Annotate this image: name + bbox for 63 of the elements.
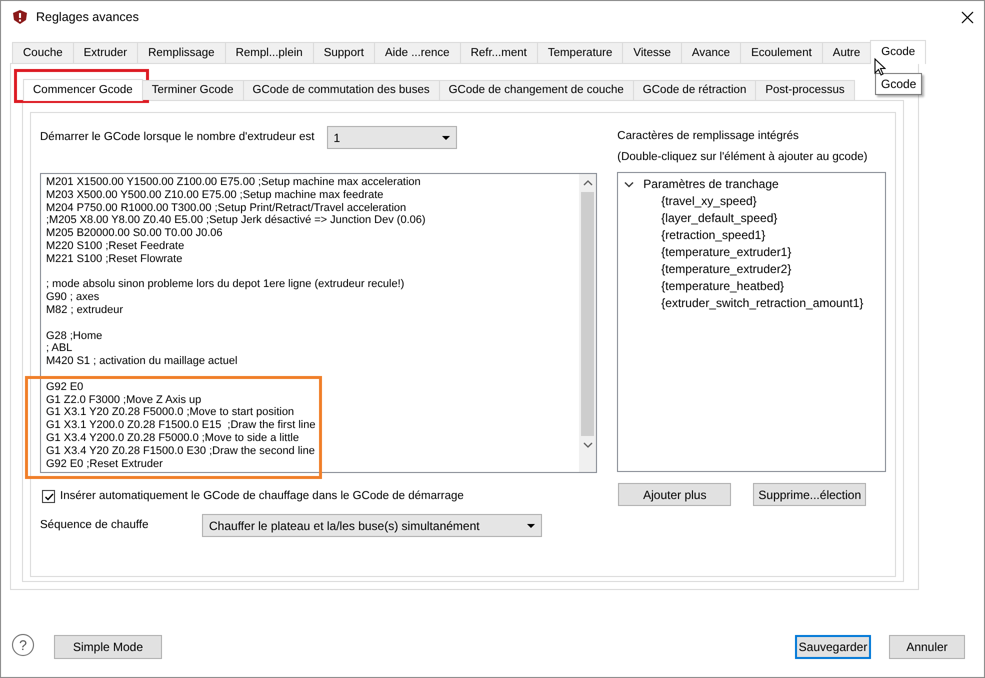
tree-item[interactable]: {temperature_heatbed} (661, 278, 784, 295)
subtab[interactable]: Commencer Gcode (23, 79, 143, 101)
checkbox-label[interactable]: Insérer automatiquement le GCode de chauffage dans le GCode de démarrage (60, 488, 464, 506)
tab[interactable]: Vitesse (622, 42, 682, 63)
tree-item[interactable]: {layer_default_speed} (661, 210, 778, 227)
tree-action-button[interactable]: Ajouter plus (618, 483, 732, 506)
tree-item[interactable]: Paramètres de tranchage (643, 176, 779, 193)
code-line: ; mode absolu sinon probleme lors du depot 1ere ligne (extrudeur recule!) (46, 278, 404, 292)
code-line: M220 S100 ;Reset Feedrate (46, 240, 184, 253)
heat-sequence-dropdown[interactable]: Chauffer le plateau et la/les buse(s) simultanément (202, 514, 542, 538)
footer-button[interactable]: Annuler (889, 635, 965, 659)
window-title: Reglages avances (36, 8, 139, 26)
help-button[interactable]: ? (12, 634, 34, 656)
tab[interactable]: Autre (822, 42, 872, 63)
tree-item[interactable]: {travel_xy_speed} (661, 193, 757, 210)
tab[interactable]: Ecoulement (740, 42, 823, 63)
subtab[interactable]: GCode de rétraction (632, 80, 756, 100)
code-line: G1 X3.4 Y200.0 Z0.28 F5000.0 ;Move to side a little (46, 432, 299, 445)
code-line: M82 ; extrudeur (46, 304, 124, 317)
tree-action-button[interactable]: Supprime...élection (753, 483, 866, 506)
tree-item[interactable]: {extruder_switch_retraction_amount1} (661, 295, 864, 312)
extruder-count-dropdown[interactable]: 1 (326, 126, 456, 149)
field-label: Séquence de chauffe (40, 518, 150, 534)
subtab[interactable]: GCode de commutation des buses (242, 80, 440, 100)
code-line: G1 Z2.0 F3000 ;Move Z Axis up (46, 394, 202, 406)
section-title: Caractères de remplissage intégrés (617, 129, 800, 143)
tab[interactable]: Aide ...rence (374, 42, 461, 63)
code-line: G1 X3.4 Y20 Z0.28 F1500.0 E30 ;Draw the second line (46, 444, 315, 458)
footer-button[interactable]: Simple Mode (54, 635, 162, 659)
field-label: Démarrer le GCode lorsque le nombre d'extrudeur est (40, 130, 314, 145)
tab[interactable]: Support (312, 42, 375, 63)
tab[interactable]: Remplissage (137, 42, 226, 63)
footer-button[interactable]: Sauvegarder (795, 635, 871, 659)
tab[interactable]: Avance (680, 42, 742, 63)
code-line: ;M205 X8.00 Y8.00 Z0.40 E5.00 ;Setup Jerk désactivé => Junction Dev (0.06) (46, 214, 426, 228)
tab[interactable]: Rempl...plein (224, 42, 314, 63)
hint-text: (Double-cliquez sur l'élément à ajouter au gcode) (617, 150, 869, 164)
code-line: G1 X3.1 Y200.0 Z0.28 F1500.0 E15 ;Draw the first line (46, 419, 316, 432)
tab[interactable]: Temperature (536, 42, 624, 63)
tooltip: Gcode (875, 73, 922, 95)
subtab[interactable]: GCode de changement de couche (438, 80, 634, 100)
code-line: M205 B20000.00 S0.00 T0.00 J0.06 (46, 227, 223, 240)
code-line: G90 ; axes (46, 291, 100, 304)
tab[interactable]: Refr...ment (460, 42, 538, 63)
tree-item[interactable]: {temperature_extruder2} (661, 261, 792, 278)
code-line: M201 X1500.00 Y1500.00 Z100.00 E75.00 ;Setup machine max acceleration (46, 176, 421, 189)
placeholder-tree[interactable]: Paramètres de tranchage {travel_xy_speed} {layer_default_speed} {retraction_speed1} {temperature_extruder1} {temperature_extruder2} {temperature_heatbed} {extruder_switch_retraction_amount1} (617, 172, 886, 472)
tree-item[interactable]: {temperature_extruder1} (661, 244, 792, 261)
code-line: G28 ;Home (46, 330, 102, 342)
tab[interactable]: Extruder (72, 42, 138, 63)
subtab[interactable]: Post-processus (755, 80, 855, 100)
tab[interactable]: Gcode (870, 40, 926, 64)
code-line: G92 E0 (46, 380, 84, 394)
code-line: G92 E0 ;Reset Extruder (46, 458, 163, 470)
code-line: M204 P750.00 R1000.00 T300.00 ;Setup Print/Retract/Travel acceleration (46, 202, 406, 214)
code-line: M420 S1 ; activation du maillage actuel (46, 355, 238, 368)
code-line: M221 S100 ;Reset Flowrate (46, 252, 182, 266)
code-line: M203 X500.00 Y500.00 Z10.00 E75.00 ;Setup machine max feedrate (46, 188, 384, 202)
code-line: G1 X3.1 Y20 Z0.28 F5000.0 ;Move to start position (46, 406, 294, 420)
code-line: ; ABL (46, 342, 72, 356)
subtab[interactable]: Terminer Gcode (142, 80, 244, 100)
tab[interactable]: Couche (12, 42, 74, 63)
tree-item[interactable]: {retraction_speed1} (661, 227, 766, 244)
